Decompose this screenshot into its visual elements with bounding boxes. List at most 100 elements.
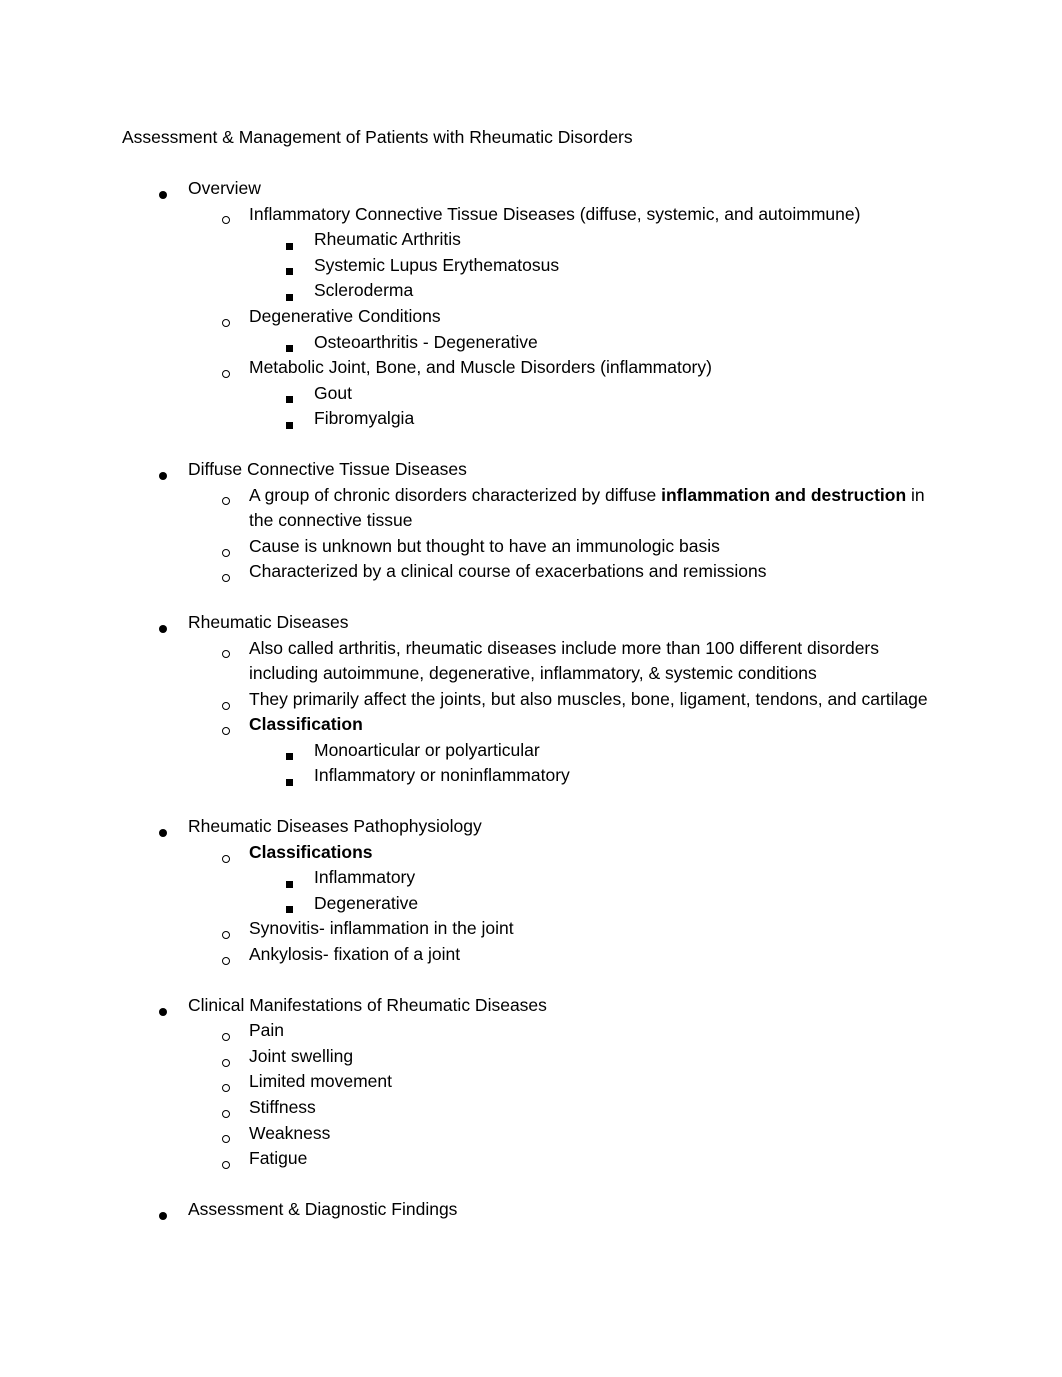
circle-glyph xyxy=(222,854,230,863)
bullet-text: Stiffness xyxy=(249,1097,316,1117)
disc-bullet-icon xyxy=(122,1197,167,1223)
bullet-text: Inflammatory Connective Tissue Diseases … xyxy=(249,203,861,224)
outline-section: Rheumatic Diseases Pathophysiology Classi… xyxy=(122,814,940,968)
circle-bullet-icon xyxy=(188,840,230,866)
square-glyph xyxy=(286,344,293,352)
bullet-text: Inflammatory xyxy=(314,867,416,888)
bullet-text: Gout xyxy=(314,382,352,403)
bold-text: inflammation and destruction xyxy=(661,484,907,505)
bullet-text: Also called arthritis, rheumatic disease… xyxy=(249,637,879,684)
bullet-text: Rheumatic Arthritis xyxy=(314,229,461,250)
bullet-item: Cause is unknown but thought to have an … xyxy=(188,534,940,560)
circle-glyph xyxy=(222,1033,230,1042)
circle-bullet-icon xyxy=(188,687,230,713)
circle-bullet-icon xyxy=(188,202,230,228)
bullet-item: Osteoarthritis - Degenerative xyxy=(249,330,940,356)
bullet-item: Systemic Lupus Erythematosus xyxy=(249,253,940,279)
bullet-text: Rheumatic Diseases xyxy=(188,611,349,632)
bullet-text: Degenerative Conditions xyxy=(249,305,441,326)
bullet-item: Joint swelling xyxy=(188,1044,940,1070)
bullet-item: Overview Inflammatory Connective Tissue D… xyxy=(122,176,940,432)
bold-text: Classifications xyxy=(249,841,373,862)
bullet-list-level-2: Inflammatory Connective Tissue Diseases … xyxy=(188,202,940,432)
disc-bullet-icon xyxy=(122,610,167,636)
bullet-list-level-3: Gout Fibromyalgia xyxy=(249,381,940,432)
bullet-list-level-3: Monoarticular or polyarticular Inflammato… xyxy=(249,738,940,789)
square-glyph xyxy=(286,396,293,404)
bullet-list-level-1: Rheumatic Diseases Also called arthritis,… xyxy=(122,610,940,789)
square-glyph xyxy=(286,421,293,429)
circle-bullet-icon xyxy=(188,916,230,942)
bullet-item: Degenerative Conditions Osteoarthritis - … xyxy=(188,304,940,355)
bullet-text: Classification xyxy=(249,712,940,738)
bullet-text: Clinical Manifestations of Rheumatic Dis… xyxy=(188,994,547,1015)
bullet-list-level-2: Classifications Inflammatory Degenerative S… xyxy=(188,840,940,968)
bullet-list-level-1: Rheumatic Diseases Pathophysiology Classi… xyxy=(122,814,940,968)
outline-section: Clinical Manifestations of Rheumatic Dis… xyxy=(122,993,940,1172)
circle-bullet-icon xyxy=(188,1121,230,1147)
bullet-item: They primarily affect the joints, but al… xyxy=(188,687,940,713)
bullet-text: Weakness xyxy=(249,1122,331,1143)
bullet-text: Inflammatory or noninflammatory xyxy=(314,765,570,786)
bullet-list-level-2: A group of chronic disorders characteriz… xyxy=(188,483,940,585)
bullet-item: Inflammatory Connective Tissue Diseases … xyxy=(188,202,940,304)
square-bullet-icon xyxy=(249,381,293,407)
bullet-item: Metabolic Joint, Bone, and Muscle Disord… xyxy=(188,355,940,432)
square-bullet-icon xyxy=(249,763,293,789)
square-bullet-icon xyxy=(249,738,293,764)
circle-bullet-icon xyxy=(188,1069,230,1095)
bullet-list-level-1: Clinical Manifestations of Rheumatic Dis… xyxy=(122,993,940,1172)
disc-bullet-icon xyxy=(122,176,167,202)
bullet-item: Degenerative xyxy=(249,891,940,917)
circle-bullet-icon xyxy=(188,636,230,662)
bullet-item: Classification Monoarticular or polyartic… xyxy=(188,712,940,789)
bullet-text: Fibromyalgia xyxy=(314,408,415,429)
bold-text: Classification xyxy=(249,714,363,735)
bullet-text: Osteoarthritis - Degenerative xyxy=(314,331,538,352)
circle-glyph xyxy=(222,1109,230,1118)
square-glyph xyxy=(286,906,293,914)
bullet-list-level-1: Overview Inflammatory Connective Tissue D… xyxy=(122,176,940,432)
circle-bullet-icon xyxy=(188,483,230,509)
disc-glyph xyxy=(159,828,167,837)
bullet-item: Stiffness xyxy=(188,1095,940,1121)
bullet-item: Fibromyalgia xyxy=(249,406,940,432)
circle-glyph xyxy=(222,1084,230,1093)
bullet-item: Synovitis- inflammation in the joint xyxy=(188,916,940,942)
bullet-text: A group of chronic disorders characteriz… xyxy=(249,483,940,534)
bullet-list-level-3: Osteoarthritis - Degenerative xyxy=(249,330,940,356)
square-glyph xyxy=(286,268,293,276)
square-bullet-icon xyxy=(249,865,293,891)
outline-section: Diffuse Connective Tissue Diseases A grou… xyxy=(122,457,940,585)
square-bullet-icon xyxy=(249,227,293,253)
outline-list: Overview Inflammatory Connective Tissue D… xyxy=(122,176,940,1222)
bullet-list-level-1: Diffuse Connective Tissue Diseases A grou… xyxy=(122,457,940,585)
bullet-item: Also called arthritis, rheumatic disease… xyxy=(188,636,940,687)
disc-bullet-icon xyxy=(122,814,167,840)
bullet-item: Weakness xyxy=(188,1121,940,1147)
disc-glyph xyxy=(159,1211,167,1220)
bullet-text: Monoarticular or polyarticular xyxy=(314,739,540,760)
bullet-item: Ankylosis- fixation of a joint xyxy=(188,942,940,968)
square-bullet-icon xyxy=(249,330,293,356)
circle-glyph xyxy=(222,216,230,225)
bullet-item: Scleroderma xyxy=(249,278,940,304)
bullet-item: Inflammatory xyxy=(249,865,940,891)
bullet-text: Overview xyxy=(188,178,261,198)
bullet-item: Rheumatic Arthritis xyxy=(249,227,940,253)
document-page: Assessment & Management of Patients with… xyxy=(0,0,1062,1377)
circle-bullet-icon xyxy=(188,304,230,330)
bullet-text: Synovitis- inflammation in the joint xyxy=(249,918,514,939)
bullet-list-level-3: Rheumatic Arthritis Systemic Lupus Erythe… xyxy=(249,227,940,304)
bullet-text: Joint swelling xyxy=(249,1045,354,1066)
bullet-text: Pain xyxy=(249,1020,285,1041)
disc-bullet-icon xyxy=(122,457,167,483)
bullet-item: Rheumatic Diseases Pathophysiology Classi… xyxy=(122,814,940,968)
bullet-list-level-2: Pain Joint swelling Limited movement Stiffn… xyxy=(188,1018,940,1172)
circle-glyph xyxy=(222,1161,230,1170)
square-glyph xyxy=(286,293,293,301)
circle-bullet-icon xyxy=(188,1018,230,1044)
bullet-item: Fatigue xyxy=(188,1146,940,1172)
outline-section: Overview Inflammatory Connective Tissue D… xyxy=(122,176,940,432)
bullet-text: Characterized by a clinical course of ex… xyxy=(249,561,767,582)
